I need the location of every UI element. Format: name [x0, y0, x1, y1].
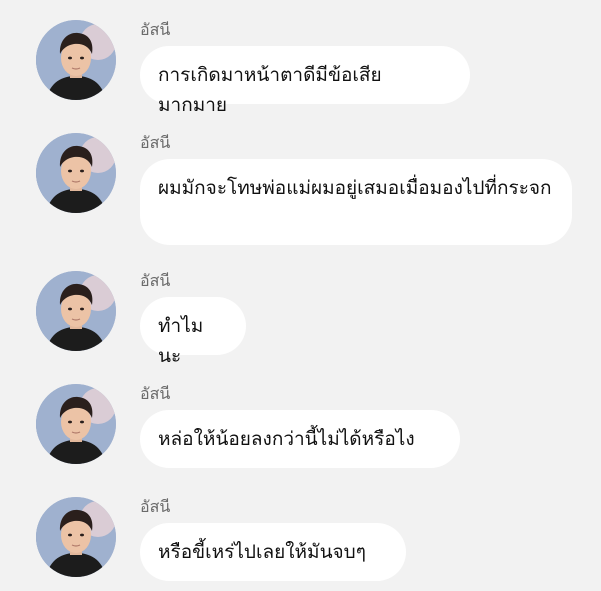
message-bubble: การเกิดมาหน้าตาดีมีข้อเสียมากมาย: [140, 46, 470, 116]
sender-name: อัสนี: [140, 133, 171, 152]
avatar-photo-icon: [36, 271, 116, 351]
sender-name: อัสนี: [140, 20, 171, 39]
avatar-photo-icon: [36, 497, 116, 577]
sender-name: อัสนี: [140, 384, 171, 403]
avatar[interactable]: [36, 133, 116, 213]
avatar-photo-icon: [36, 20, 116, 100]
message-bubble: หล่อให้น้อยลงกว่านี้ไม่ได้หรือไง: [140, 410, 460, 468]
avatar[interactable]: [36, 384, 116, 464]
sender-name: อัสนี: [140, 271, 171, 290]
avatar[interactable]: [36, 271, 116, 351]
sender-name: อัสนี: [140, 497, 171, 516]
avatar[interactable]: [36, 497, 116, 577]
avatar[interactable]: [36, 20, 116, 100]
message-bubble: หรือขี้เหร่ไปเลยให้มันจบๆ: [140, 523, 406, 581]
chat-thread: อัสนี การเกิดมาหน้าตาดีมีข้อเสียมากมาย อ…: [0, 0, 601, 591]
message-bubble: ผมมักจะโทษพ่อแม่ผมอยู่เสมอเมื่อมองไปที่ก…: [140, 159, 572, 245]
avatar-photo-icon: [36, 133, 116, 213]
avatar-photo-icon: [36, 384, 116, 464]
message-bubble: ทำไมนะ: [140, 297, 246, 367]
